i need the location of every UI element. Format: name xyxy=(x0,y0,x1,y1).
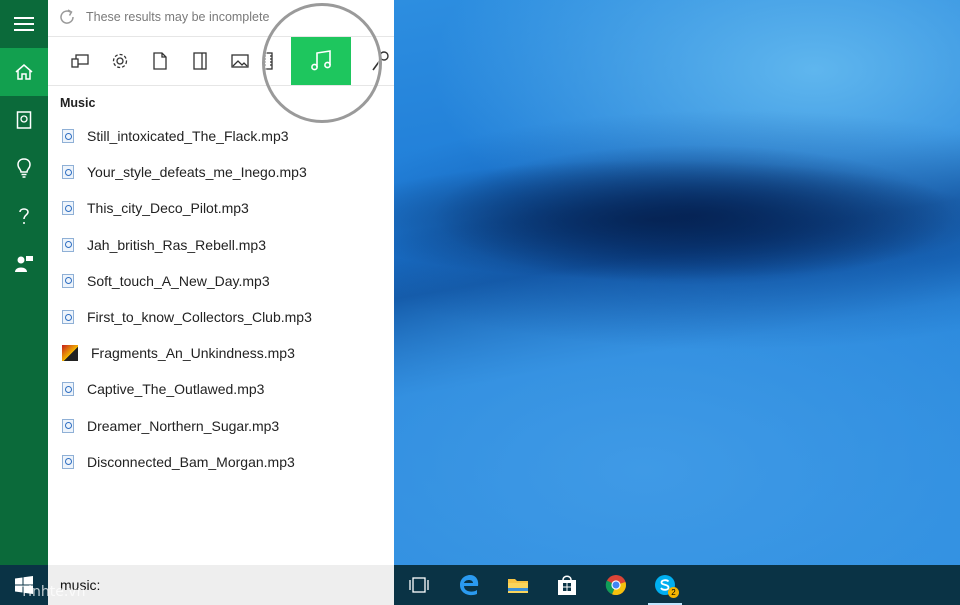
task-view-icon xyxy=(409,577,429,593)
hamburger-menu-button[interactable] xyxy=(0,0,48,48)
result-item[interactable]: Your_style_defeats_me_Inego.mp3 xyxy=(48,154,394,190)
result-item[interactable]: Fragments_An_Unkindness.mp3 xyxy=(48,335,394,371)
watermark-text: Tinhte.vn xyxy=(20,584,86,600)
audio-file-icon xyxy=(62,165,74,180)
result-item[interactable]: Jah_british_Ras_Rebell.mp3 xyxy=(48,227,394,263)
lightbulb-icon xyxy=(17,158,31,178)
rail-help-button[interactable] xyxy=(0,192,48,240)
album-art-icon xyxy=(62,345,78,362)
wallpaper-wave xyxy=(394,130,960,290)
task-view-button[interactable] xyxy=(396,565,442,605)
result-item[interactable]: Captive_The_Outlawed.mp3 xyxy=(48,371,394,407)
notice-text: These results may be incomplete xyxy=(86,10,270,24)
result-name: This_city_Deco_Pilot.mp3 xyxy=(87,200,249,217)
apps-icon xyxy=(71,54,89,68)
result-name: Dreamer_Northern_Sugar.mp3 xyxy=(87,417,280,434)
filter-settings-button[interactable] xyxy=(100,37,140,85)
result-name: Your_style_defeats_me_Inego.mp3 xyxy=(87,164,307,181)
refresh-icon[interactable] xyxy=(58,8,76,26)
audio-file-icon xyxy=(62,129,74,144)
rail-reminders-button[interactable] xyxy=(0,144,48,192)
result-item[interactable]: Dreamer_Northern_Sugar.mp3 xyxy=(48,408,394,444)
result-item[interactable]: Soft_touch_A_New_Day.mp3 xyxy=(48,263,394,299)
audio-file-icon xyxy=(62,237,74,252)
result-item[interactable]: Disconnected_Bam_Morgan.mp3 xyxy=(48,444,394,480)
question-icon xyxy=(19,208,29,224)
results-list: Still_intoxicated_The_Flack.mp3 Your_sty… xyxy=(48,118,394,480)
magnifier-highlight-circle xyxy=(262,3,382,123)
rail-home-button[interactable] xyxy=(0,48,48,96)
file-explorer-button[interactable] xyxy=(495,565,541,605)
result-item[interactable]: This_city_Deco_Pilot.mp3 xyxy=(48,190,394,226)
chrome-button[interactable] xyxy=(593,565,639,605)
store-button[interactable] xyxy=(544,565,590,605)
home-icon xyxy=(15,64,33,80)
audio-file-icon xyxy=(62,454,74,469)
notification-badge: 2 xyxy=(668,587,679,598)
store-icon xyxy=(558,575,576,595)
rail-notebook-button[interactable] xyxy=(0,96,48,144)
cortana-panel: These results may be incomplete Music St… xyxy=(48,0,394,565)
gear-icon xyxy=(112,53,128,69)
filter-documents-button[interactable] xyxy=(140,37,180,85)
rail-feedback-button[interactable] xyxy=(0,240,48,288)
search-box[interactable] xyxy=(48,565,394,605)
edge-icon xyxy=(460,575,479,596)
skype-button[interactable]: 2 xyxy=(642,565,688,605)
result-item[interactable]: Still_intoxicated_The_Flack.mp3 xyxy=(48,118,394,154)
folder-icon xyxy=(508,579,528,593)
cortana-rail xyxy=(0,0,48,565)
notebook-icon xyxy=(16,111,32,129)
audio-file-icon xyxy=(62,382,74,397)
incomplete-results-notice: These results may be incomplete xyxy=(58,8,269,26)
result-name: Jah_british_Ras_Rebell.mp3 xyxy=(87,236,266,253)
hamburger-icon xyxy=(14,17,34,31)
filter-apps-button[interactable] xyxy=(60,37,100,85)
section-title: Music xyxy=(60,96,96,110)
result-name: Captive_The_Outlawed.mp3 xyxy=(87,381,265,398)
edge-button[interactable] xyxy=(446,565,492,605)
audio-file-icon xyxy=(62,201,74,216)
search-input[interactable] xyxy=(60,577,360,593)
audio-file-icon xyxy=(62,273,74,288)
photo-icon xyxy=(231,54,249,68)
audio-file-icon xyxy=(62,310,74,325)
chrome-icon xyxy=(605,575,626,596)
feedback-icon xyxy=(15,256,33,272)
result-name: First_to_know_Collectors_Club.mp3 xyxy=(87,309,312,326)
folder-icon xyxy=(193,52,207,70)
result-name: Still_intoxicated_The_Flack.mp3 xyxy=(87,128,289,145)
result-name: Fragments_An_Unkindness.mp3 xyxy=(91,345,295,362)
result-name: Disconnected_Bam_Morgan.mp3 xyxy=(87,453,295,470)
filter-folders-button[interactable] xyxy=(180,37,220,85)
result-name: Soft_touch_A_New_Day.mp3 xyxy=(87,272,270,289)
document-icon xyxy=(153,52,167,70)
audio-file-icon xyxy=(62,418,74,433)
result-item[interactable]: First_to_know_Collectors_Club.mp3 xyxy=(48,299,394,335)
taskbar: 2 xyxy=(0,565,960,605)
